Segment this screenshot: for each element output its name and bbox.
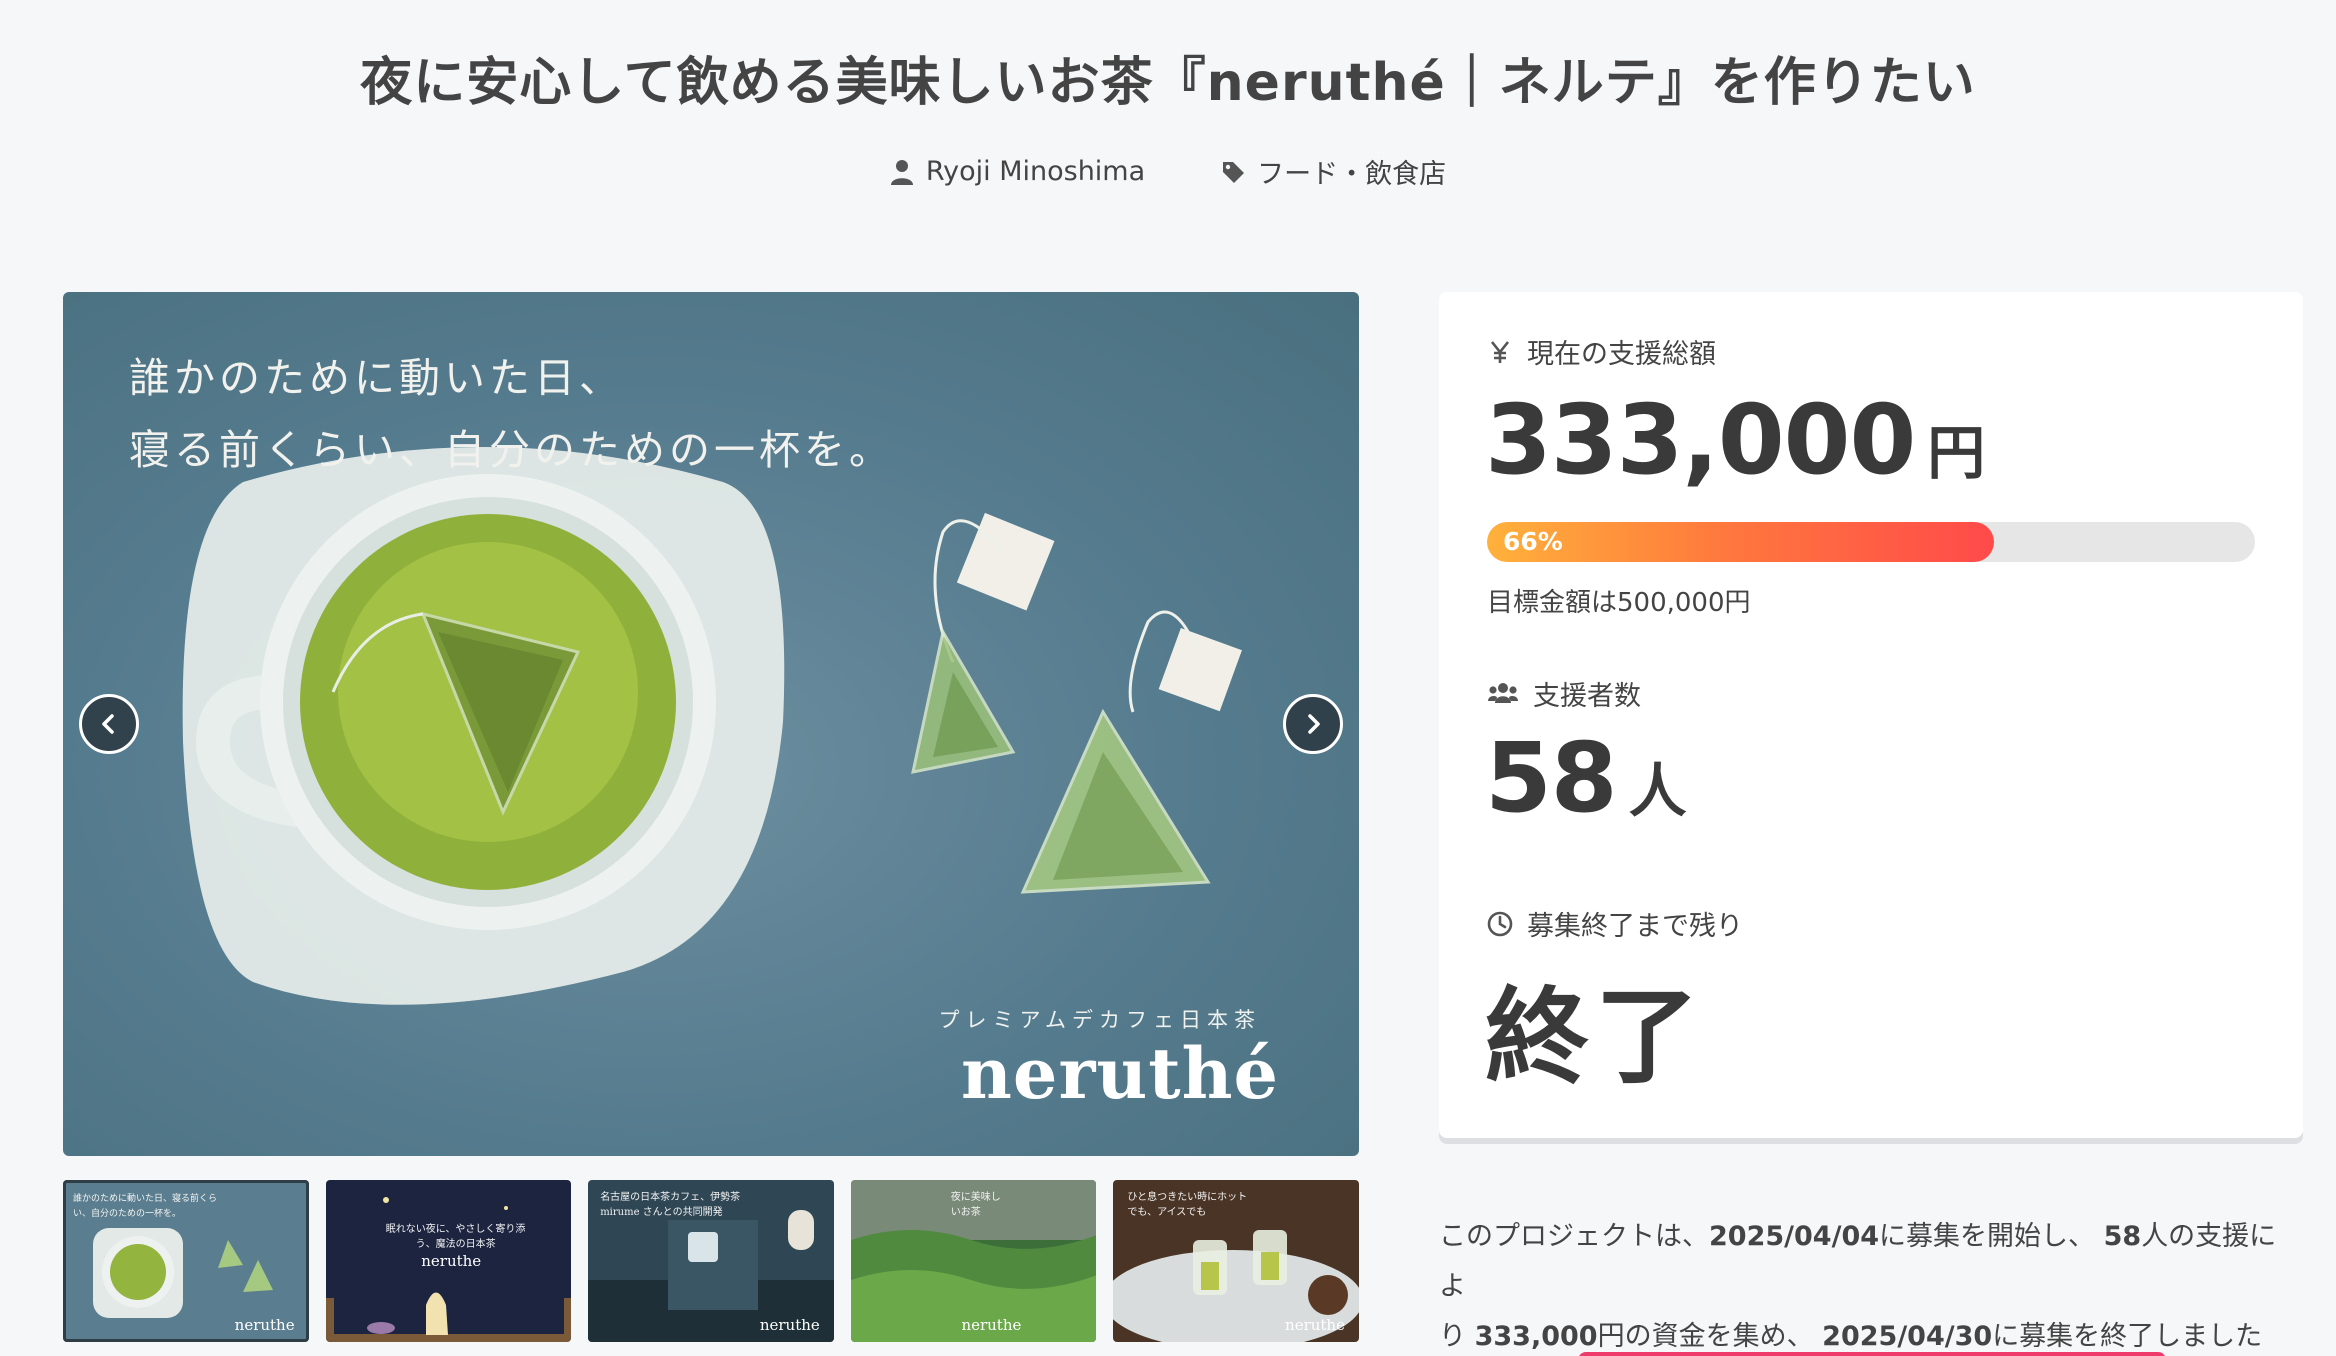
summary-text-4: 円の資金を集め、: [1597, 1321, 1814, 1352]
chevron-right-icon: [1308, 714, 1320, 734]
funding-stats-card: 現在の支援総額 333,000 円 66% 目標金額は500,000円 支援者数…: [1439, 292, 2303, 1138]
hero-copy-line2: 寝る前くらい、自分のための一杯を。: [129, 426, 894, 474]
thumbnail-3-brand: neruthe: [759, 1316, 820, 1334]
yen-icon: [1490, 340, 1510, 363]
thumbnail-3-text: 名古屋の日本茶カフェ、伊勢茶 mirume さんとの共同開発: [600, 1192, 741, 1218]
user-icon: [890, 159, 913, 185]
carousel-prev-button[interactable]: [79, 694, 139, 754]
summary-text-5: に募集を終了しました: [1992, 1321, 2263, 1352]
thumbnail-5-text: ひと息つきたい時にホットでも、アイスでも: [1127, 1192, 1248, 1218]
thumbnail-4-text: 夜に美味しいお茶: [950, 1192, 1001, 1218]
amount-display: 333,000 円: [1485, 384, 1985, 496]
summary-backers: 58: [2103, 1221, 2142, 1252]
summary-text-2: に募集を開始し、: [1879, 1221, 2096, 1252]
tag-icon: [1223, 161, 1245, 183]
amount-unit: 円: [1927, 419, 1986, 487]
hero-copy: 誰かのために動いた日、 寝る前くらい、自分のための一杯を。: [129, 342, 894, 486]
backers-label: 支援者数: [1533, 681, 1641, 712]
hero-copy-line1: 誰かのために動いた日、: [129, 354, 624, 402]
amount-value: 333,000: [1485, 384, 1916, 496]
summary-text-1: このプロジェクトは、: [1439, 1221, 1709, 1252]
remaining-value: 終了: [1485, 976, 1706, 1098]
page-title: 夜に安心して飲める美味しいお茶『neruthé｜ネルテ』を作りたい: [360, 53, 1976, 113]
category-link[interactable]: フード・飲食店: [1221, 152, 1446, 191]
summary-text-3b: り: [1439, 1321, 1466, 1352]
users-icon: [1488, 682, 1518, 703]
summary-start-date: 2025/04/04: [1709, 1221, 1880, 1252]
thumbnail-1-brand: neruthe: [234, 1316, 295, 1334]
thumbnail-1[interactable]: 誰かのために動いた日、寝る前くらい、自分のための一杯を。 neruthe: [63, 1180, 309, 1342]
carousel-next-button[interactable]: [1283, 694, 1343, 754]
clock-icon: [1487, 911, 1513, 936]
thumbnail-3[interactable]: 名古屋の日本茶カフェ、伊勢茶 mirume さんとの共同開発 neruthe: [588, 1180, 834, 1342]
author-link[interactable]: Ryoji Minoshima: [890, 152, 1145, 191]
thumbnail-2-text: 眠れない夜に、やさしく寄り添う、魔法の日本茶: [385, 1224, 526, 1250]
remaining-label-row: 募集終了まで残り: [1487, 904, 1743, 943]
brand-logo: neruthé: [961, 1032, 1279, 1115]
category-name: フード・飲食店: [1257, 159, 1447, 190]
author-name: Ryoji Minoshima: [925, 156, 1146, 187]
amount-label: 現在の支援総額: [1527, 339, 1716, 370]
thumbnail-strip: 誰かのために動いた日、寝る前くらい、自分のための一杯を。 neruthe 眠れな…: [63, 1180, 1359, 1342]
brand-subtitle: プレミアムデカフェ日本茶: [938, 1008, 1261, 1032]
support-button-edge[interactable]: [1578, 1352, 2166, 1356]
funding-progress-bar: 66%: [1487, 522, 2255, 562]
goal-amount: 目標金額は500,000円: [1487, 588, 1751, 618]
backers-unit: 人: [1628, 757, 1687, 825]
thumbnail-4-brand: neruthe: [961, 1316, 1022, 1334]
hero-carousel: 誰かのために動いた日、 寝る前くらい、自分のための一杯を。 プレミアムデカフェ日…: [63, 292, 1359, 1156]
progress-fill: [1487, 522, 1994, 562]
amount-label-row: 現在の支援総額: [1487, 332, 1716, 371]
thumbnail-4[interactable]: 夜に美味しいお茶 neruthe: [850, 1180, 1097, 1342]
backers-value: 58: [1485, 722, 1618, 834]
remaining-label: 募集終了まで残り: [1527, 911, 1743, 942]
backers-label-row: 支援者数: [1487, 674, 1641, 713]
project-meta: Ryoji Minoshima フード・飲食店: [0, 152, 2336, 191]
thumbnail-5-brand: neruthe: [1285, 1316, 1345, 1334]
project-summary: このプロジェクトは、2025/04/04に募集を開始し、 58人の支援によ り …: [1439, 1212, 2303, 1356]
summary-amount: 333,000: [1474, 1321, 1598, 1352]
thumbnail-5[interactable]: ひと息つきたい時にホットでも、アイスでも neruthe: [1113, 1180, 1359, 1342]
thumbnail-2-brand: neruthe: [421, 1252, 482, 1270]
chevron-left-icon: [102, 714, 114, 734]
backers-display: 58 人: [1485, 722, 1687, 834]
progress-percent: 66%: [1503, 527, 1563, 556]
thumbnail-1-text: 誰かのために動いた日、寝る前くらい、自分のための一杯を。: [73, 1194, 218, 1219]
summary-end-date: 2025/04/30: [1822, 1321, 1993, 1352]
thumbnail-2[interactable]: 眠れない夜に、やさしく寄り添う、魔法の日本茶 neruthe: [325, 1180, 572, 1342]
